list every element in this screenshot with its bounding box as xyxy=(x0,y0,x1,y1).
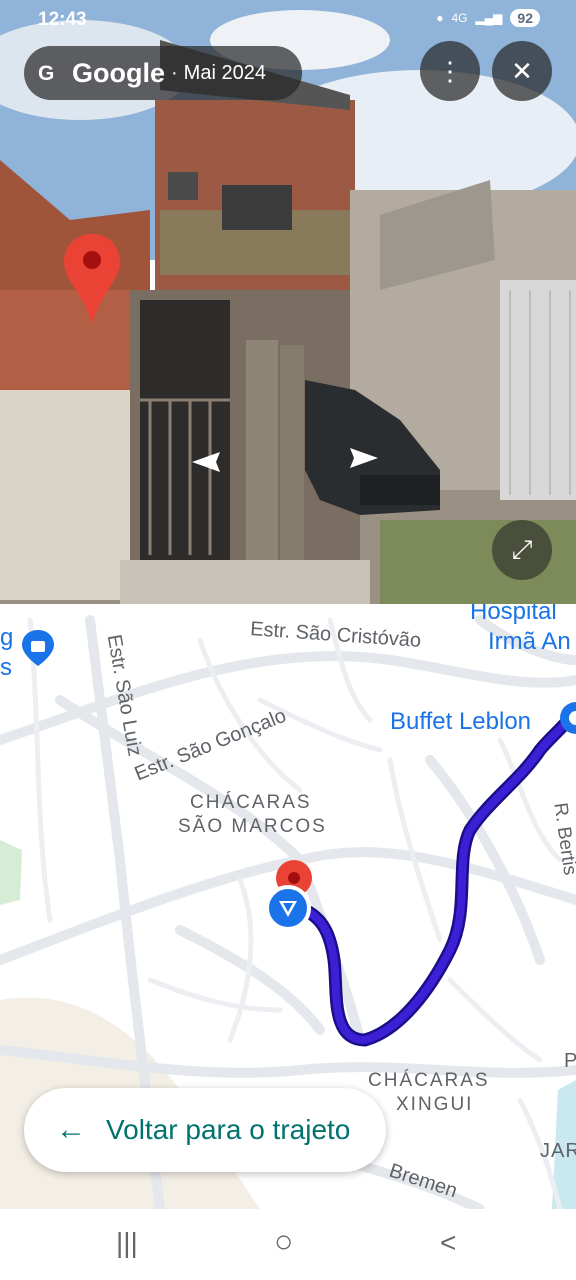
map-label-hospital-1[interactable]: Hospital xyxy=(470,604,557,626)
status-time: 12:43 xyxy=(38,9,87,30)
current-location-icon xyxy=(265,885,311,931)
map-label-hospital-2[interactable]: Irmã An xyxy=(488,628,571,656)
expand-icon: ⤢ xyxy=(511,534,533,564)
imagery-date: Mai 2024 xyxy=(183,61,266,84)
battery-level: 92 xyxy=(510,9,540,27)
map-label-buffet-leblon[interactable]: Buffet Leblon xyxy=(390,708,531,736)
buffet-poi-icon[interactable] xyxy=(558,700,576,740)
map-label-chacaras-xingui-2: XINGUI xyxy=(396,1094,474,1115)
recents-button[interactable]: ||| xyxy=(116,1227,138,1259)
map-label-p: P xyxy=(564,1050,576,1072)
street-view-panel[interactable]: 12:43 ● 4G ▂▄▆ 92 G Google · Mai 2024 ⋮ … xyxy=(0,0,576,604)
location-icon: ● xyxy=(436,11,444,25)
home-button[interactable]: ○ xyxy=(274,1223,293,1260)
brand-name: Google xyxy=(72,57,165,88)
more-vert-icon: ⋮ xyxy=(437,55,463,86)
back-to-route-label: Voltar para o trajeto xyxy=(106,1114,351,1145)
map-label-jar: JAR xyxy=(540,1140,576,1162)
map-label-left-s: s xyxy=(0,654,12,681)
status-bar: 12:43 ● 4G ▂▄▆ 92 xyxy=(0,0,576,40)
expand-button[interactable]: ⤢ xyxy=(492,520,552,580)
separator: · xyxy=(171,61,178,84)
close-button[interactable]: ✕ xyxy=(492,41,552,101)
more-options-button[interactable]: ⋮ xyxy=(420,41,480,101)
close-icon: ✕ xyxy=(511,55,533,86)
network-label: 4G xyxy=(451,11,468,25)
location-pin-icon xyxy=(64,234,120,324)
arrow-left-icon: ← xyxy=(56,1113,86,1146)
imagery-info-pill[interactable]: G Google · Mai 2024 xyxy=(24,46,302,100)
map-label-chacaras-sao-marcos-1: CHÁCARAS xyxy=(190,792,312,813)
system-navigation-bar: ||| ○ < xyxy=(0,1209,576,1280)
status-icons: ● 4G ▂▄▆ 92 xyxy=(436,9,540,27)
map-label-chacaras-xingui-1: CHÁCARAS xyxy=(368,1070,490,1091)
chevron-right-icon[interactable] xyxy=(340,446,380,470)
google-g-icon: G xyxy=(38,62,55,85)
map-label-left-g: g xyxy=(0,624,14,651)
back-button[interactable]: < xyxy=(440,1227,456,1259)
map-label-chacaras-sao-marcos-2: SÃO MARCOS xyxy=(178,816,327,837)
shopping-bag-icon[interactable] xyxy=(20,628,56,668)
chevron-left-icon[interactable] xyxy=(190,450,230,474)
signal-icon: ▂▄▆ xyxy=(475,11,503,25)
back-to-route-button[interactable]: ← Voltar para o trajeto xyxy=(24,1088,386,1172)
